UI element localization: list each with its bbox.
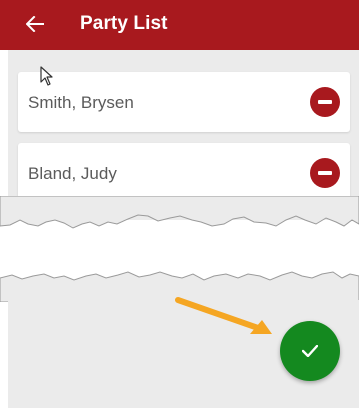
remove-party-button[interactable] [310, 158, 340, 188]
remove-party-button[interactable] [310, 87, 340, 117]
back-button[interactable] [22, 11, 48, 37]
list-item[interactable]: Bland, Judy [18, 143, 350, 203]
party-name: Smith, Brysen [28, 93, 134, 112]
mouse-cursor-icon [40, 66, 53, 86]
arrow-left-icon [26, 16, 44, 32]
confirm-fab-button[interactable] [280, 321, 340, 381]
check-icon [302, 345, 318, 357]
app-bar: Party List [0, 0, 359, 50]
torn-edge-top [0, 196, 359, 229]
party-name: Bland, Judy [28, 164, 117, 183]
list-item[interactable]: Smith, Brysen [18, 72, 350, 132]
page-title: Party List [80, 13, 168, 34]
annotation-arrow [175, 297, 272, 334]
